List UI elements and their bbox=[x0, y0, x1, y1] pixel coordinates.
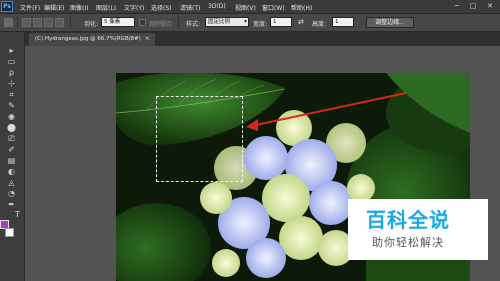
dodge-tool-icon[interactable]: ◔ bbox=[6, 189, 17, 199]
blur-tool-icon[interactable]: ◬ bbox=[6, 178, 17, 188]
menu-type[interactable]: 文字(Y) bbox=[124, 3, 144, 12]
gradient-tool-icon[interactable]: ◐ bbox=[6, 167, 17, 177]
eyedropper-tool-icon[interactable]: ✎ bbox=[6, 101, 17, 111]
menu-3d[interactable]: 3D(D) bbox=[208, 3, 226, 10]
quick-select-tool-icon[interactable]: ⊹ bbox=[6, 79, 17, 89]
menu-file[interactable]: 文件(F) bbox=[20, 3, 40, 12]
antialias-checkbox[interactable] bbox=[139, 19, 146, 26]
watermark-subtitle: 助你轻松解决 bbox=[372, 236, 444, 249]
height-input[interactable]: 1 bbox=[332, 17, 354, 27]
separator bbox=[70, 17, 71, 28]
antialias-label: 消除锯齿 bbox=[148, 21, 173, 28]
menu-layer[interactable]: 图层(L) bbox=[96, 3, 116, 12]
options-bar: 羽化: 5 像素 消除锯齿 样式: 固定比例 宽度: 1 ⇄ 高度: 1 调整边… bbox=[0, 14, 500, 32]
style-label: 样式: bbox=[186, 21, 201, 28]
menu-view[interactable]: 视图(V) bbox=[235, 3, 256, 12]
menu-edit[interactable]: 编辑(E) bbox=[44, 3, 64, 12]
feather-label: 羽化: bbox=[84, 21, 99, 28]
tools-panel: ▸ ▭ ρ ⊹ ⌗ ✎ ◉ ⬤ ⎚ ✐ ▤ ◐ ◬ ◔ ✒ T bbox=[0, 32, 25, 281]
close-tab-icon[interactable]: × bbox=[145, 36, 150, 42]
separator bbox=[17, 17, 18, 28]
pen-tool-icon[interactable]: ✒ bbox=[6, 200, 17, 210]
document-tab[interactable]: (C) Hydrangeas.jpg @ 66.7%(RGB/8#) × bbox=[29, 33, 156, 46]
menu-window[interactable]: 窗口(W) bbox=[262, 3, 285, 12]
intersect-selection-icon[interactable] bbox=[55, 18, 64, 27]
separator bbox=[178, 17, 179, 28]
photoshop-logo: Ps bbox=[1, 1, 13, 12]
marquee-tool-icon[interactable]: ▭ bbox=[6, 57, 17, 67]
refine-edge-button[interactable]: 调整边缘... bbox=[366, 17, 414, 28]
feather-input[interactable]: 5 像素 bbox=[101, 17, 135, 27]
marquee-tool-preset-icon[interactable] bbox=[4, 18, 13, 27]
subtract-selection-icon[interactable] bbox=[44, 18, 53, 27]
width-input[interactable]: 1 bbox=[270, 17, 292, 27]
healing-brush-tool-icon[interactable]: ◉ bbox=[6, 112, 17, 122]
add-selection-icon[interactable] bbox=[33, 18, 42, 27]
watermark-title: 百科全说 bbox=[366, 208, 450, 232]
marquee-selection[interactable] bbox=[156, 96, 243, 182]
menu-image[interactable]: 图像(I) bbox=[70, 3, 88, 12]
minimize-icon[interactable]: ─ bbox=[450, 2, 464, 11]
menu-help[interactable]: 帮助(H) bbox=[291, 3, 312, 12]
background-color-swatch[interactable] bbox=[5, 228, 14, 237]
clone-stamp-tool-icon[interactable]: ⎚ bbox=[6, 134, 17, 144]
maximize-icon[interactable]: □ bbox=[466, 2, 480, 11]
type-tool-icon[interactable]: T bbox=[12, 210, 23, 220]
swap-icon[interactable]: ⇄ bbox=[298, 18, 304, 26]
height-label: 高度: bbox=[312, 21, 327, 28]
eraser-tool-icon[interactable]: ▤ bbox=[6, 156, 17, 166]
menu-select[interactable]: 选择(S) bbox=[151, 3, 172, 12]
history-brush-tool-icon[interactable]: ✐ bbox=[6, 145, 17, 155]
brush-tool-icon[interactable]: ⬤ bbox=[6, 123, 17, 133]
move-tool-icon[interactable]: ▸ bbox=[6, 46, 17, 56]
width-label: 宽度: bbox=[253, 21, 268, 28]
watermark: 百科全说 助你轻松解决 bbox=[348, 199, 488, 260]
menu-bar: Ps 文件(F) 编辑(E) 图像(I) 图层(L) 文字(Y) 选择(S) 滤… bbox=[0, 0, 500, 14]
close-icon[interactable]: ✕ bbox=[483, 2, 497, 11]
document-tab-bar: (C) Hydrangeas.jpg @ 66.7%(RGB/8#) × bbox=[25, 32, 500, 46]
document-tab-title: (C) Hydrangeas.jpg @ 66.7%(RGB/8#) bbox=[35, 36, 141, 42]
style-select[interactable]: 固定比例 bbox=[205, 17, 249, 27]
crop-tool-icon[interactable]: ⌗ bbox=[6, 90, 17, 100]
lasso-tool-icon[interactable]: ρ bbox=[6, 68, 17, 78]
new-selection-icon[interactable] bbox=[22, 18, 31, 27]
menu-filter[interactable]: 滤镜(T) bbox=[180, 3, 200, 12]
